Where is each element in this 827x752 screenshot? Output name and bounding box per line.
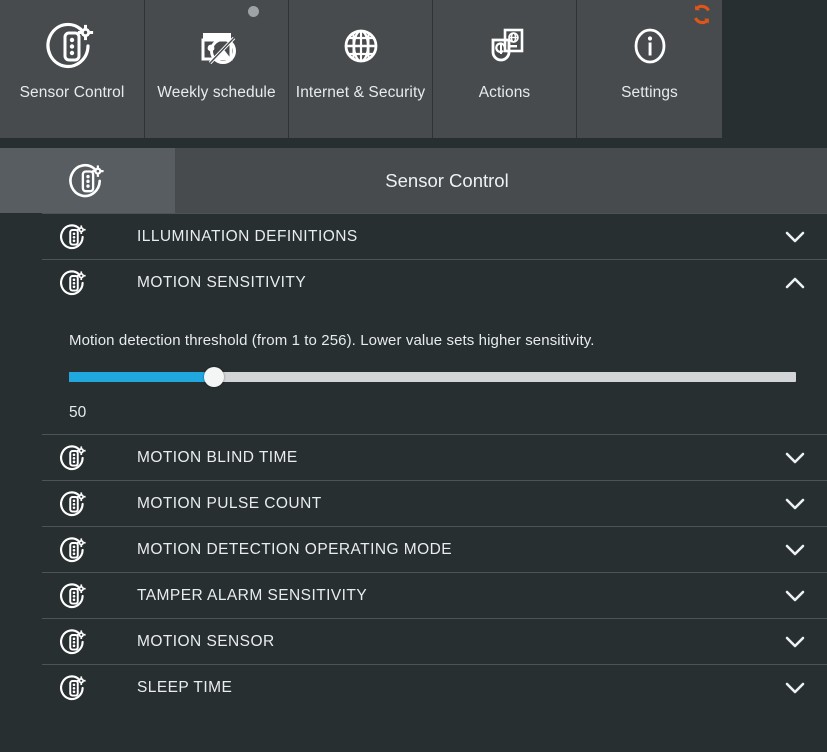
weekly-schedule-disabled-icon: [145, 20, 288, 72]
sensor-control-icon: [42, 490, 106, 518]
list-item-label: ILLUMINATION DEFINITIONS: [137, 227, 358, 245]
list-item-label: MOTION SENSITIVITY: [137, 273, 307, 291]
tab-settings[interactable]: Settings: [577, 0, 722, 138]
chevron-down-icon[interactable]: [775, 636, 815, 648]
refresh-badge-icon: [692, 4, 712, 25]
sensor-control-icon: [42, 674, 106, 702]
list-item[interactable]: MOTION BLIND TIME: [42, 434, 827, 480]
list-item-label: MOTION SENSOR: [137, 632, 275, 650]
tab-label: Weekly schedule: [157, 84, 276, 101]
top-tab-strip: Sensor Control Weekly schedule Internet …: [0, 0, 722, 138]
list-item-label: MOTION DETECTION OPERATING MODE: [137, 540, 453, 558]
section-title-bar: Sensor Control: [0, 148, 827, 213]
sensor-control-icon: [42, 536, 106, 564]
settings-list: ILLUMINATION DEFINITIONS MOTION SENSITIV…: [0, 213, 827, 710]
sensor-control-icon: [42, 628, 106, 656]
list-item[interactable]: TAMPER ALARM SENSITIVITY: [42, 572, 827, 618]
tab-label: Settings: [621, 84, 678, 101]
slider-fill: [69, 372, 215, 382]
chevron-down-icon[interactable]: [775, 498, 815, 510]
motion-sensitivity-panel: Motion detection threshold (from 1 to 25…: [42, 305, 827, 434]
page-title: Sensor Control: [385, 169, 509, 191]
list-item[interactable]: MOTION SENSITIVITY: [42, 259, 827, 305]
chevron-down-icon[interactable]: [775, 590, 815, 602]
tab-sensor-control[interactable]: Sensor Control: [0, 0, 145, 138]
list-item-label: SLEEP TIME: [137, 678, 233, 696]
chevron-down-icon[interactable]: [775, 231, 815, 243]
sensor-control-icon: [0, 20, 144, 72]
notification-dot-badge: [248, 6, 259, 17]
list-item[interactable]: MOTION PULSE COUNT: [42, 480, 827, 526]
info-icon: [577, 20, 722, 72]
motion-sensitivity-description: Motion detection threshold (from 1 to 25…: [69, 332, 595, 349]
list-item[interactable]: ILLUMINATION DEFINITIONS: [42, 213, 827, 259]
sensor-control-icon: [42, 582, 106, 610]
tab-actions[interactable]: Actions: [433, 0, 577, 138]
globe-icon: [289, 20, 432, 72]
tab-label: Sensor Control: [19, 84, 125, 101]
sensor-control-icon[interactable]: [0, 148, 175, 213]
tab-weekly-schedule[interactable]: Weekly schedule: [145, 0, 289, 138]
sensor-control-icon: [42, 269, 106, 297]
motion-sensitivity-value: 50: [69, 404, 87, 421]
list-item-label: MOTION PULSE COUNT: [137, 494, 322, 512]
chevron-down-icon[interactable]: [775, 682, 815, 694]
chevron-down-icon[interactable]: [775, 544, 815, 556]
list-item[interactable]: MOTION SENSOR: [42, 618, 827, 664]
chevron-down-icon[interactable]: [775, 452, 815, 464]
shield-actions-icon: [433, 20, 576, 72]
list-item[interactable]: MOTION DETECTION OPERATING MODE: [42, 526, 827, 572]
tab-label: Internet & Security: [295, 84, 426, 101]
list-item-label: TAMPER ALARM SENSITIVITY: [137, 586, 368, 604]
sensor-control-icon: [42, 444, 106, 472]
motion-sensitivity-slider[interactable]: [69, 367, 796, 387]
tab-internet-security[interactable]: Internet & Security: [289, 0, 433, 138]
sensor-control-icon: [42, 223, 106, 251]
list-item-label: MOTION BLIND TIME: [137, 448, 298, 466]
tab-label: Actions: [478, 84, 531, 101]
chevron-up-icon[interactable]: [775, 277, 815, 289]
slider-thumb[interactable]: [204, 367, 225, 387]
list-item[interactable]: SLEEP TIME: [42, 664, 827, 710]
